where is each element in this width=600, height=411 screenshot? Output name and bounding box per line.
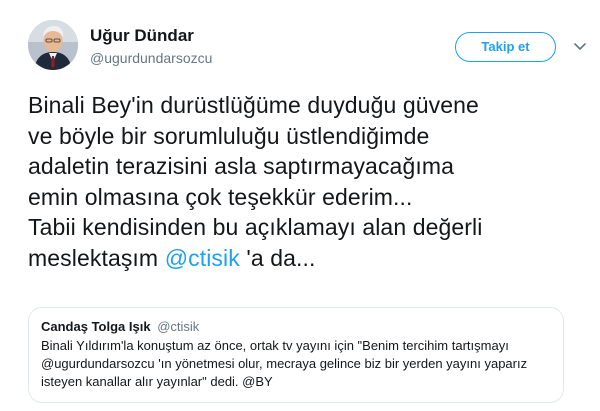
chevron-down-icon[interactable]	[572, 38, 588, 54]
quoted-tweet[interactable]: Candaş Tolga Işık @ctisik Binali Yıldırı…	[28, 307, 564, 403]
quoted-tweet-header: Candaş Tolga Işık @ctisik	[41, 318, 551, 335]
tweet-line: Binali Bey'in durüstlüğüme duyduğu güven…	[28, 92, 479, 118]
tweet-text: Binali Bey'in durüstlüğüme duyduğu güven…	[28, 90, 588, 273]
profile-photo-icon	[28, 20, 78, 70]
mention-link[interactable]: @ctisik	[165, 245, 240, 271]
tweet-line-prefix: meslektaşım	[28, 244, 165, 271]
author-display-name[interactable]: Uğur Dündar	[90, 26, 212, 46]
author-names: Uğur Dündar @ugurdundarsozcu	[90, 26, 212, 68]
tweet-line: Tabii kendisinden bu açıklamayı alan değ…	[28, 214, 483, 240]
tweet-header: Uğur Dündar @ugurdundarsozcu Takip et	[28, 20, 588, 80]
quoted-tweet-text: Binali Yıldırım'la konuştum az önce, ort…	[41, 337, 551, 391]
quoted-author-name: Candaş Tolga Işık	[41, 319, 151, 334]
follow-button[interactable]: Takip et	[455, 32, 556, 62]
quoted-author-handle: @ctisik	[157, 319, 200, 334]
avatar[interactable]	[28, 20, 78, 70]
tweet-line: meslektaşım @ctisik 'a da...	[28, 243, 588, 274]
author-handle[interactable]: @ugurdundarsozcu	[90, 48, 212, 68]
quoted-tweet-line: isteyen kanallar alır yayınlar" dedi. @B…	[41, 374, 273, 389]
tweet-line: ve böyle bir sorumluluğu üstlendiğimde	[28, 122, 430, 149]
tweet-line: emin olmasına çok teşekkür ederim...	[28, 183, 413, 210]
tweet-line-suffix: 'a da...	[239, 244, 316, 271]
quoted-tweet-line: Binali Yıldırım'la konuştum az önce, ort…	[41, 338, 509, 353]
tweet-line: adaletin terazisini asla saptırmayacağım…	[28, 153, 454, 179]
quoted-tweet-line: @ugurdundarsozcu 'ın yönetmesi olur, mec…	[41, 356, 528, 371]
